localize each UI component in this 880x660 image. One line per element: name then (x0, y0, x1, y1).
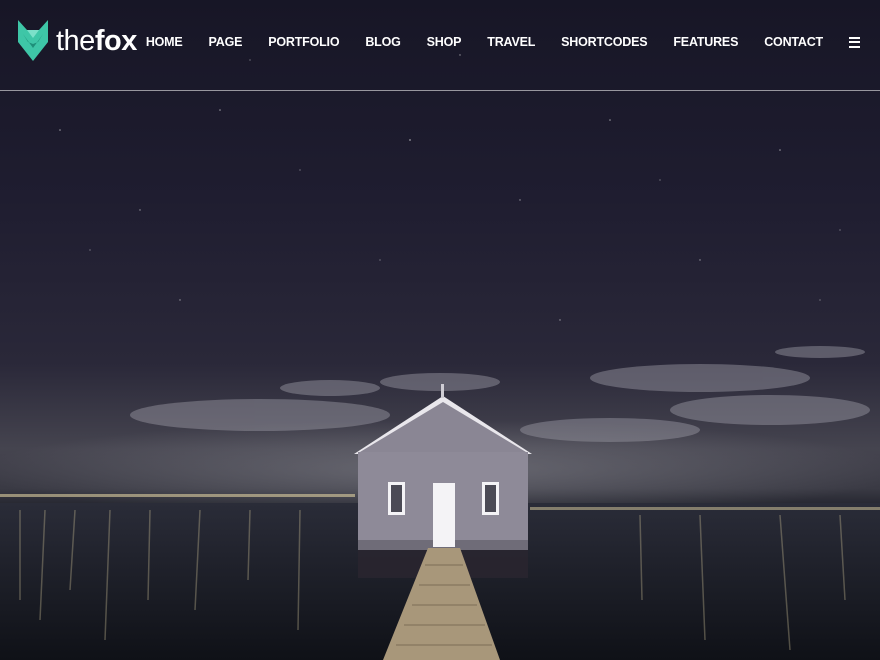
nav-item-features[interactable]: FEATURES (673, 35, 738, 49)
brand-name-bold: fox (94, 24, 138, 57)
nav-item-page[interactable]: PAGE (209, 35, 243, 49)
hero-background (0, 0, 880, 660)
nav-item-portfolio[interactable]: PORTFOLIO (268, 35, 339, 49)
brand-name: thefox (56, 24, 138, 57)
nav-item-shortcodes[interactable]: SHORTCODES (561, 35, 647, 49)
nav-item-shop[interactable]: SHOP (427, 35, 462, 49)
site-header: thefox HOME PAGE PORTFOLIO BLOG SHOP TRA… (0, 0, 880, 91)
stars (59, 54, 841, 321)
nav-item-travel[interactable]: TRAVEL (487, 35, 535, 49)
site-logo[interactable]: thefox (18, 20, 137, 62)
nav-item-contact[interactable]: CONTACT (764, 35, 823, 49)
fox-head-icon (18, 20, 48, 61)
hero-image (0, 54, 880, 660)
hamburger-menu-icon[interactable] (849, 36, 860, 48)
nav-item-home[interactable]: HOME (146, 35, 183, 49)
brand-name-light: the (56, 24, 95, 57)
nav-item-blog[interactable]: BLOG (365, 35, 401, 49)
main-navigation: HOME PAGE PORTFOLIO BLOG SHOP TRAVEL SHO… (146, 35, 860, 49)
